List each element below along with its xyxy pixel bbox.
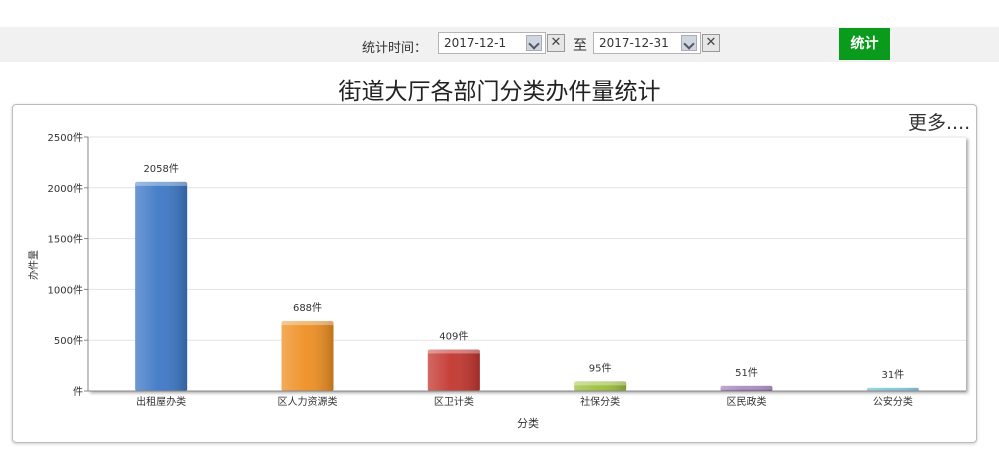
x-axis: 出租屋办类 区人力资源类 区卫计类 社保分类 区民政类 公安分类 xyxy=(88,390,966,408)
y-tick-label: 1500件 xyxy=(48,234,83,246)
bar-cap xyxy=(720,385,773,390)
bar-cap xyxy=(281,321,334,326)
y-tick-label: 2000件 xyxy=(48,183,83,195)
x-tick-label: 区民政类 xyxy=(727,395,767,408)
bar-value-label: 409件 xyxy=(439,330,468,342)
bar-value-label: 95件 xyxy=(589,362,612,374)
bar-group: 2058件 xyxy=(135,163,188,391)
plot-area xyxy=(88,137,966,391)
x-axis-label: 分类 xyxy=(517,416,539,430)
bar-chart: 件 500件 1000件 1500件 2000件 2500件 2058件 688件 409件 9… xyxy=(27,132,966,430)
y-axis-label: 办件量 xyxy=(27,250,40,280)
x-tick-label: 出租屋办类 xyxy=(136,395,186,408)
bar-value-label: 2058件 xyxy=(143,163,178,175)
x-tick-label: 区人力资源类 xyxy=(278,395,338,408)
bar-sheen xyxy=(281,321,334,391)
bar-cap xyxy=(427,349,480,354)
x-tick-label: 社保分类 xyxy=(580,395,620,408)
bar-sheen xyxy=(135,181,188,391)
bar-sheen xyxy=(427,349,480,391)
bar-cap xyxy=(574,381,627,386)
y-tick-label: 1000件 xyxy=(48,284,83,296)
bar-value-label: 31件 xyxy=(881,369,904,381)
x-tick-label: 公安分类 xyxy=(873,395,913,408)
bar-cap xyxy=(135,181,188,186)
y-tick-label: 件 xyxy=(73,386,83,398)
y-tick-label: 500件 xyxy=(54,335,83,347)
bar-value-label: 51件 xyxy=(735,367,758,379)
x-tick-label: 区卫计类 xyxy=(434,395,474,408)
y-tick-label: 2500件 xyxy=(48,132,83,144)
y-axis: 件 500件 1000件 1500件 2000件 2500件 xyxy=(48,132,89,398)
plot-background xyxy=(88,137,966,391)
bar-value-label: 688件 xyxy=(293,302,322,314)
